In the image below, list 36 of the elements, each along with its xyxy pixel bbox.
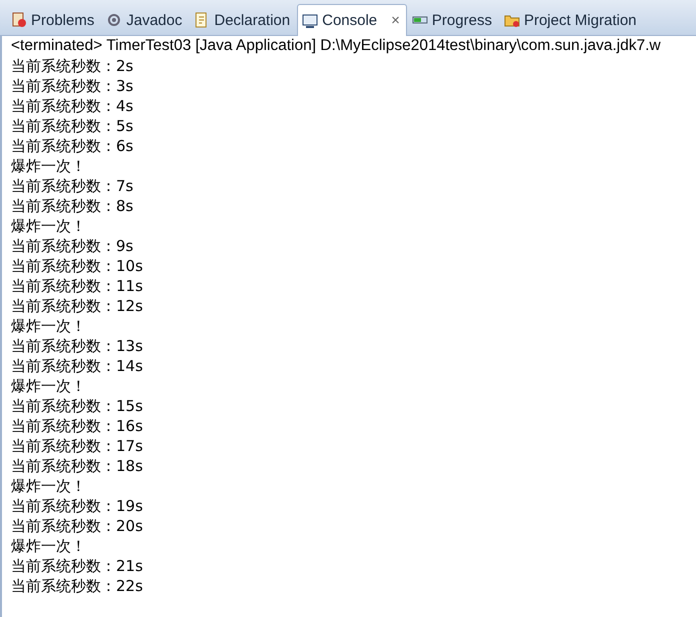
- console-line: 当前系统秒数：14s: [11, 356, 143, 376]
- console-line: 爆炸一次！: [11, 156, 86, 176]
- console-line: 当前系统秒数：3s: [11, 76, 134, 96]
- console-line: 当前系统秒数：19s: [11, 496, 143, 516]
- view-tab[interactable]: Console ×: [297, 4, 407, 36]
- console-line: 当前系统秒数：21s: [11, 556, 143, 576]
- console-line: 爆炸一次！: [11, 476, 86, 496]
- close-icon[interactable]: ×: [391, 12, 400, 29]
- console-line: 爆炸一次！: [11, 376, 86, 396]
- console-line: 当前系统秒数：20s: [11, 516, 143, 536]
- view-tab[interactable]: Javadoc: [101, 4, 190, 35]
- monitor-icon: [302, 12, 318, 28]
- console-line: 爆炸一次！: [11, 216, 86, 236]
- view-tab[interactable]: Project Migration: [498, 4, 644, 35]
- console-line: 当前系统秒数：5s: [11, 116, 134, 136]
- view-tab[interactable]: Declaration: [189, 4, 298, 35]
- console-line: 当前系统秒数：12s: [11, 296, 143, 316]
- view-tab[interactable]: Problems: [6, 4, 102, 35]
- console-line: 当前系统秒数：8s: [11, 196, 134, 216]
- console-line: 当前系统秒数：16s: [11, 416, 143, 436]
- console-line: 当前系统秒数：11s: [11, 276, 143, 296]
- console-line: 当前系统秒数：4s: [11, 96, 134, 116]
- console-header: <terminated> TimerTest03 [Java Application] D:\MyEclipse2014test\binary\com.sun.java.jdk7.w: [11, 36, 662, 56]
- console-line: 当前系统秒数：22s: [11, 576, 143, 596]
- console-line: 当前系统秒数：13s: [11, 336, 143, 356]
- console-line: 当前系统秒数：7s: [11, 176, 134, 196]
- view-tab[interactable]: Progress: [406, 4, 499, 35]
- console-line: 当前系统秒数：18s: [11, 456, 143, 476]
- console-line: 爆炸一次！: [11, 536, 86, 556]
- console-line: 当前系统秒数：15s: [11, 396, 143, 416]
- console-line: 当前系统秒数：9s: [11, 236, 134, 256]
- console-line: 当前系统秒数：10s: [11, 256, 143, 276]
- console-line: 当前系统秒数：6s: [11, 136, 134, 156]
- console-line: 爆炸一次！: [11, 316, 86, 336]
- console-line: 当前系统秒数：2s: [11, 56, 134, 76]
- console-line: 当前系统秒数：17s: [11, 436, 143, 456]
